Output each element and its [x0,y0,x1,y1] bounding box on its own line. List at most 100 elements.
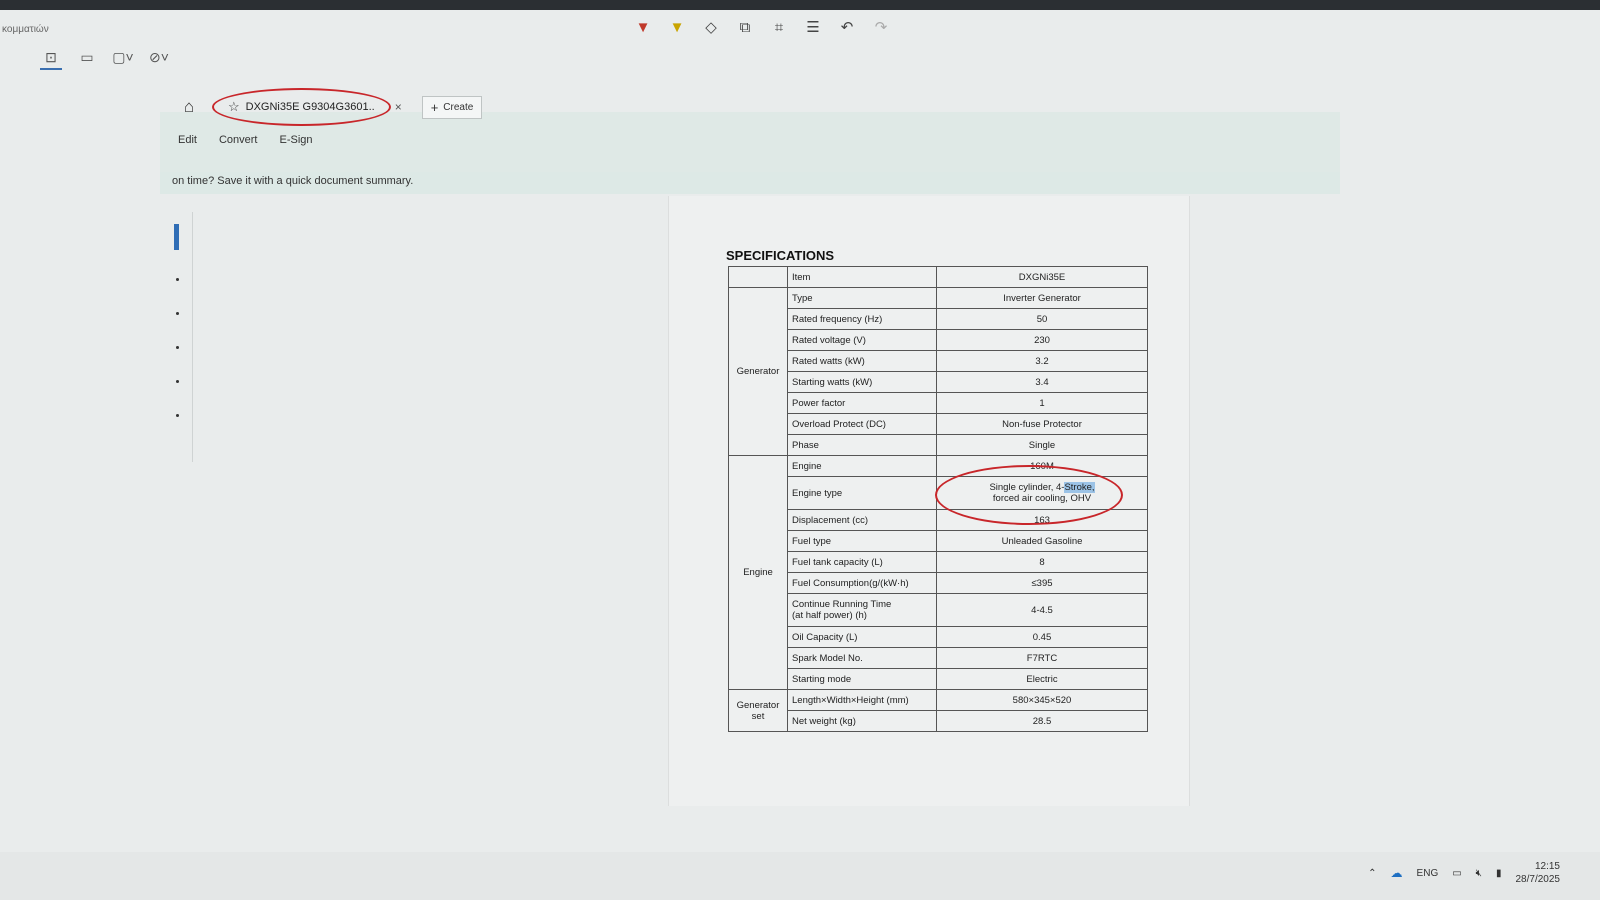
rect-select-icon[interactable]: ▢˅ [112,46,134,68]
system-tray: ⌃ ☁ ENG ▭ 🔇︎ ▮ 12:15 28/7/2025 [1368,860,1560,886]
mute-icon[interactable]: 🔇︎ [1476,868,1482,879]
group-line1: Generator [736,699,780,711]
table-row: Rated watts (kW) 3.2 [729,350,1148,372]
table-cell: Displacement (cc) [787,509,937,531]
table-cell: Inverter Generator [936,287,1148,309]
menu-edit[interactable]: Edit [178,134,197,146]
table-cell: Net weight (kg) [787,710,937,732]
group-cell-engine: Engine [728,455,788,690]
page-dot[interactable] [176,380,179,383]
text-extract-icon[interactable]: ☰ [802,16,824,38]
highlighter-icon[interactable]: ▼ [666,16,688,38]
create-button-label: Create [443,101,474,113]
taskbar [0,852,1600,900]
table-cell: Item [787,266,937,288]
capture-title: κομματιών [2,24,49,35]
home-icon[interactable]: ⌂ [176,94,202,120]
info-bar-text: on time? Save it with a quick document s… [172,175,414,187]
video-icon[interactable]: ▭ [76,46,98,68]
table-row: Fuel tank capacity (L) 8 [729,551,1148,573]
plus-icon: + [430,99,439,115]
table-row: Continue Running Time (at half power) (h… [729,593,1148,627]
close-icon[interactable]: × [395,100,402,114]
create-button[interactable]: + Create [421,95,483,119]
clock[interactable]: 12:15 28/7/2025 [1516,860,1561,886]
info-bar: on time? Save it with a quick document s… [160,172,1340,194]
table-row: Fuel Consumption(g/(kW·h) ≤395 [729,572,1148,594]
language-indicator[interactable]: ENG [1417,868,1439,879]
table-row: Fuel type Unleaded Gasoline [729,530,1148,552]
text-highlight: Stroke, [1064,482,1095,493]
page-dot[interactable] [176,346,179,349]
table-cell: 4-4.5 [936,593,1148,627]
table-cell: Single [936,434,1148,456]
current-page-marker [174,224,179,250]
page-dot[interactable] [176,312,179,315]
group-cell-generator: Generator [728,287,788,456]
table-cell: Fuel type [787,530,937,552]
table-row: Spark Model No. F7RTC [729,647,1148,669]
table-cell: ≤395 [936,572,1148,594]
engine-type-cell: Single cylinder, 4-Stroke, forced air co… [935,465,1148,525]
table-cell: Fuel Consumption(g/(kW·h) [787,572,937,594]
table-row: Item DXGNi35E [728,266,1148,288]
table-cell: Rated voltage (V) [787,329,937,351]
cloud-icon[interactable]: ☁ [1391,866,1403,880]
table-cell: Type [787,287,937,309]
table-row: Rated frequency (Hz) 50 [729,308,1148,330]
crop-icon[interactable]: ⌗ [768,16,790,38]
shapes-icon[interactable]: ⧉ [734,16,756,38]
table-row: Power factor 1 [729,392,1148,414]
red-pen-icon[interactable]: ▼ [632,16,654,38]
table-row: Engine type Single cylinder, 4-Stroke, f… [729,465,1148,525]
document-tab[interactable]: ☆ DXGNi35E G9304G3601.. [212,88,391,126]
clock-time: 12:15 [1534,861,1560,872]
table-row: Net weight (kg) 28.5 [729,710,1148,732]
table-cell: Overload Protect (DC) [787,413,937,435]
table-row: Oil Capacity (L) 0.45 [729,626,1148,648]
table-cell: Fuel tank capacity (L) [787,551,937,573]
undo-icon[interactable]: ↶ [836,16,858,38]
page-thumbnail-sidebar[interactable] [172,212,193,462]
table-row: Rated voltage (V) 230 [729,329,1148,351]
star-icon[interactable]: ☆ [228,99,240,115]
tab-bar: ⌂ ☆ DXGNi35E G9304G3601.. × + Create [176,88,483,126]
item-line1: Continue Running Time [792,599,892,610]
menu-bar: Edit Convert E-Sign [178,134,313,146]
engine-type-line2: forced air cooling, OHV [992,493,1092,504]
clock-date: 28/7/2025 [1515,874,1561,885]
page-dot[interactable] [176,278,179,281]
table-cell: 160M [936,455,1148,477]
table-row: Generator set Length×Width×Height (mm) 5… [728,689,1148,732]
eraser-icon[interactable]: ◇ [700,16,722,38]
snip-toolbar: ⊡ ▭ ▢˅ ⊘˅ [40,46,170,70]
table-cell: Engine [787,455,937,477]
menu-esign[interactable]: E-Sign [280,134,313,146]
table-cell: 28.5 [936,710,1148,732]
table-cell: Unleaded Gasoline [936,530,1148,552]
spec-title: SPECIFICATIONS [726,248,835,263]
document-tab-title: DXGNi35E G9304G3601.. [245,101,375,113]
table-cell: Electric [936,668,1148,690]
page-dot[interactable] [176,414,179,417]
table-cell: F7RTC [936,647,1148,669]
monitor-icon[interactable]: ▭ [1452,868,1461,879]
table-cell: Continue Running Time (at half power) (h… [787,593,937,627]
menu-convert[interactable]: Convert [219,134,258,146]
table-cell: 3.2 [936,350,1148,372]
battery-icon[interactable]: ▮ [1496,868,1502,879]
table-cell: Starting watts (kW) [787,371,937,393]
table-cell: Spark Model No. [787,647,937,669]
table-cell: 580×345×520 [936,689,1148,711]
camera-icon[interactable]: ⊡ [40,46,62,70]
top-strip [0,0,1600,10]
redo-icon[interactable]: ↷ [870,16,892,38]
table-cell: Rated watts (kW) [787,350,937,372]
chevron-up-icon[interactable]: ⌃ [1368,868,1376,879]
table-cell: Phase [787,434,937,456]
table-cell [728,266,788,288]
table-cell: Rated frequency (Hz) [787,308,937,330]
no-timer-icon[interactable]: ⊘˅ [148,46,170,68]
table-cell: Power factor [787,392,937,414]
table-cell: 8 [936,551,1148,573]
